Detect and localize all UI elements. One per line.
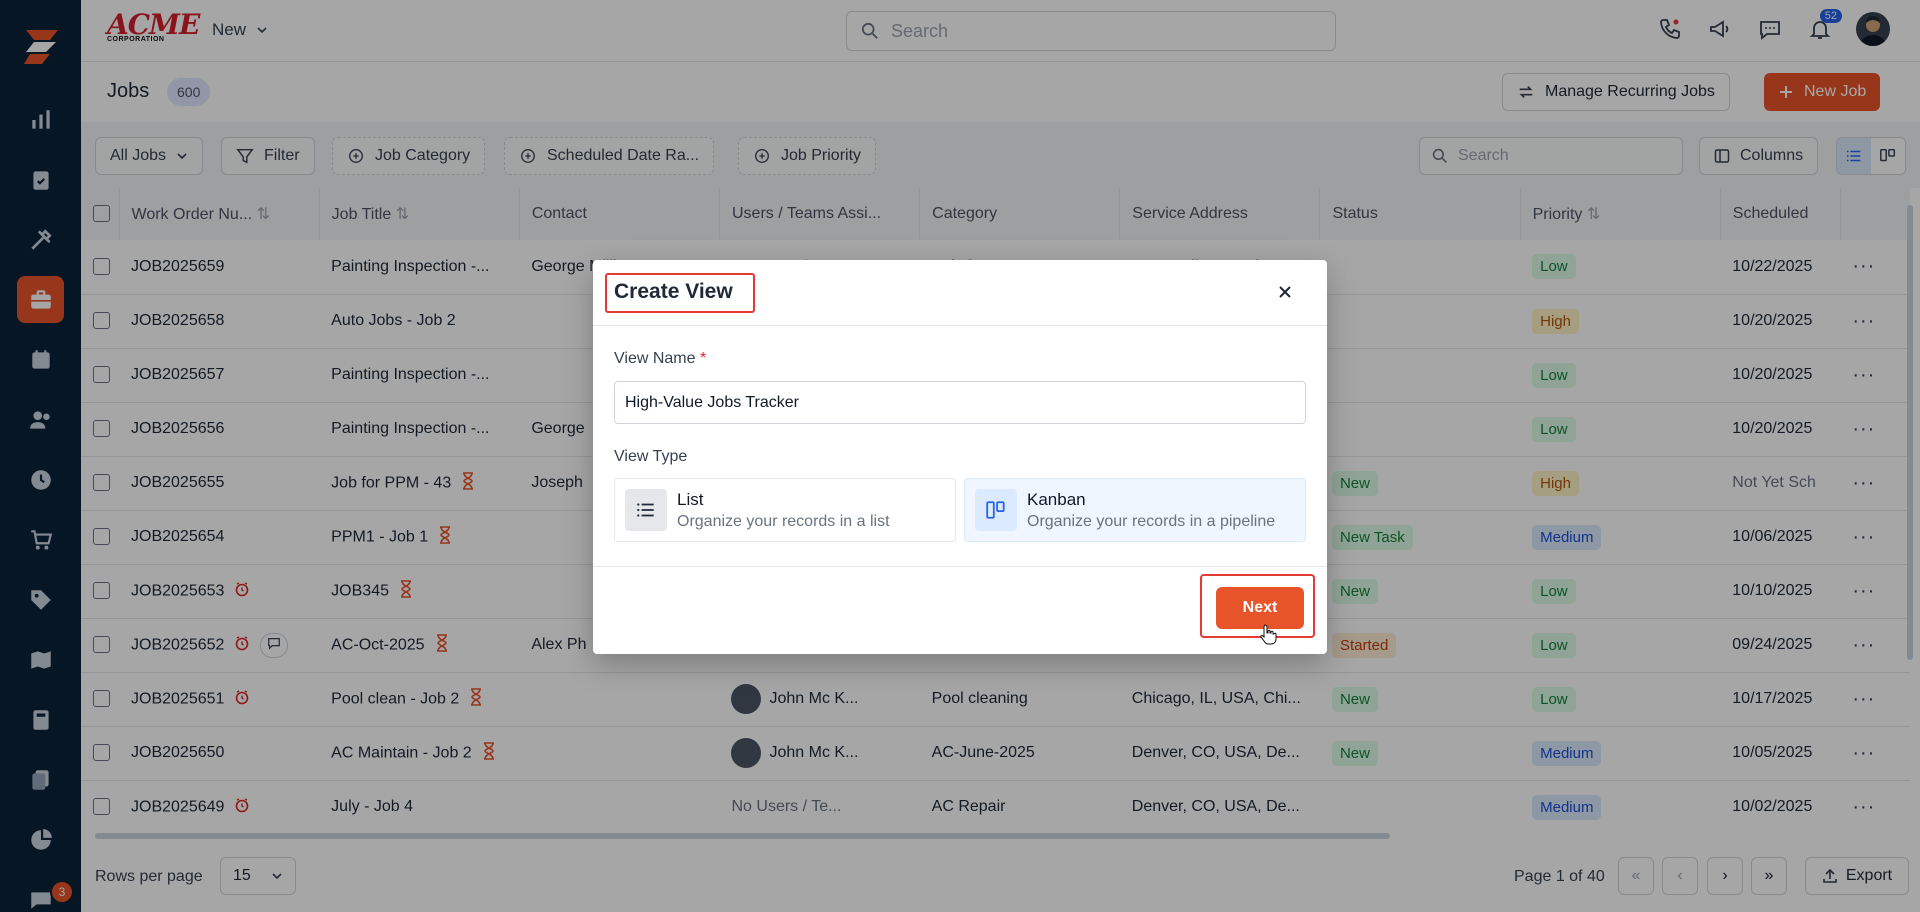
kanban-option-description: Organize your records in a pipeline [1027, 512, 1276, 530]
view-type-option-list[interactable]: List Organize your records in a list [614, 478, 956, 542]
kanban-option-icon [975, 489, 1017, 531]
create-view-modal: Create View View Name * View Type List O… [593, 260, 1327, 654]
view-type-option-kanban[interactable]: Kanban Organize your records in a pipeli… [964, 478, 1306, 542]
list-option-name: List [677, 489, 704, 509]
required-mark: * [699, 350, 707, 367]
list-icon [637, 503, 654, 517]
next-button-label: Next [1242, 599, 1278, 616]
kanban-option-name: Kanban [1027, 489, 1086, 509]
hand-cursor-icon [1260, 624, 1277, 645]
modal-title: Create View [614, 280, 733, 303]
modal-header: Create View [593, 260, 1327, 326]
close-modal-button[interactable] [1273, 280, 1297, 304]
list-option-icon [625, 489, 667, 531]
view-name-field-label: View Name * [614, 350, 706, 368]
kanban-icon [986, 501, 1005, 519]
close-icon [1279, 286, 1291, 298]
view-name-input[interactable] [614, 381, 1306, 424]
list-option-description: Organize your records in a list [677, 512, 890, 530]
view-type-label: View Type [614, 448, 688, 465]
view-name-label-text: View Name [614, 350, 696, 367]
